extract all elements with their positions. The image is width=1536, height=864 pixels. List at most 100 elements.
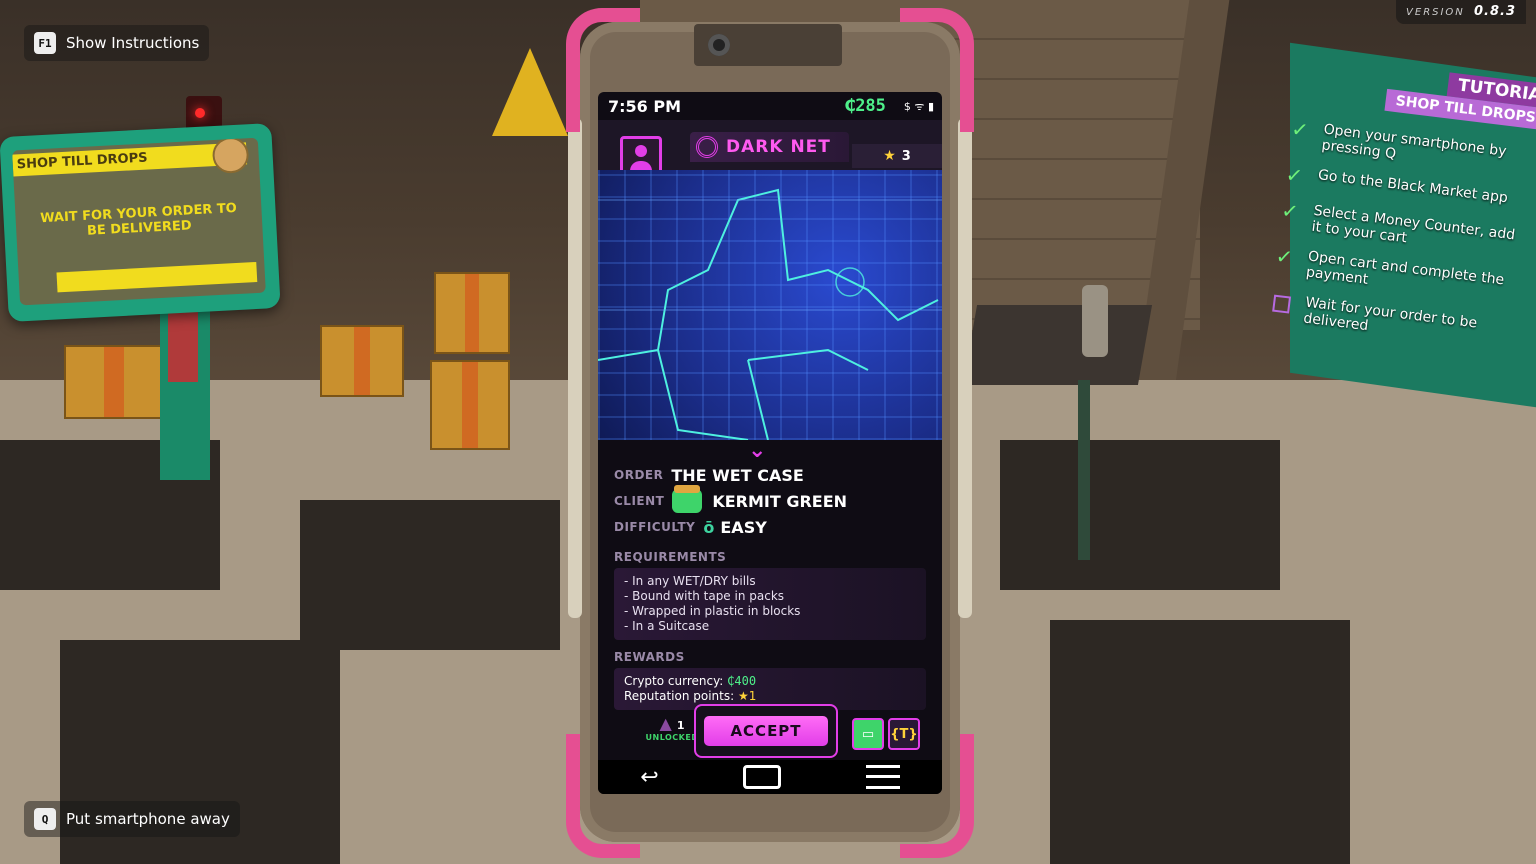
reward-rep-label: Reputation points:	[624, 689, 735, 703]
home-icon[interactable]	[743, 765, 782, 789]
difficulty-row: DIFFICULTY ō EASY	[614, 514, 926, 540]
smartphone: 7:56 PM ₵285 $ ᯤ ▮ DARK NET ★ 3 ⌄ ORDER …	[566, 8, 974, 858]
floor-tile	[1000, 440, 1280, 590]
order-label: ORDER	[614, 468, 664, 482]
reputation-badge: ★ 3	[852, 144, 942, 168]
requirement-item: - In a Suitcase	[624, 619, 710, 633]
requirement-item: - Bound with tape in packs	[624, 589, 785, 603]
client-value: KERMIT GREEN	[712, 491, 848, 511]
cardboard-box	[64, 345, 164, 419]
tutorial-step-text: Open cart and complete the payment	[1305, 248, 1506, 289]
floor-tile	[300, 500, 560, 650]
tutorial-step-text: Go to the Black Market app	[1317, 167, 1509, 207]
crypto-balance: ₵285	[844, 96, 886, 116]
chevron-down-icon[interactable]: ⌄	[748, 438, 766, 463]
reward-rep-value: ★1	[738, 689, 757, 703]
unlocked-indicator: ▲ 1 UNLOCKED	[642, 714, 702, 742]
phone-screen: 7:56 PM ₵285 $ ᯤ ▮ DARK NET ★ 3 ⌄ ORDER …	[598, 92, 942, 794]
chat-button[interactable]: ▭	[852, 718, 884, 750]
map-districts	[598, 188, 942, 440]
reputation-value: 3	[901, 148, 911, 164]
action-row: ▲ 1 UNLOCKED ACCEPT ▭ {T}	[598, 704, 942, 758]
hat-icon: ▲	[659, 714, 672, 733]
requirements-title: REQUIREMENTS	[614, 550, 727, 564]
unlocked-label: UNLOCKED	[645, 733, 699, 742]
reward-reputation: Reputation points: ★1	[624, 689, 916, 704]
put-away-button[interactable]: Q Put smartphone away	[24, 801, 240, 837]
table-leg	[1078, 380, 1090, 560]
difficulty-label: DIFFICULTY	[614, 520, 696, 534]
f1-key-icon: F1	[34, 32, 56, 54]
check-icon: ✓	[1290, 116, 1310, 143]
contract-details: ORDER THE WET CASE CLIENT KERMIT GREEN D…	[614, 462, 926, 710]
version-value: 0.8.3	[1473, 4, 1516, 19]
table-top	[962, 305, 1153, 385]
order-status-sign: SHOP TILL DROPS WAIT FOR YOUR ORDER TO B…	[0, 123, 281, 322]
requirements-list: - In any WET/DRY bills - Bound with tape …	[614, 568, 926, 640]
order-value: THE WET CASE	[671, 465, 804, 485]
sign-post-stripe	[168, 312, 198, 382]
rewards-title: REWARDS	[614, 650, 685, 664]
menu-icon[interactable]	[865, 765, 900, 789]
side-rail-left	[568, 118, 582, 618]
back-icon[interactable]: ↩	[640, 765, 658, 790]
q-key-icon: Q	[34, 808, 56, 830]
darknet-header: DARK NET ★ 3	[598, 120, 942, 178]
requirement-item: - In any WET/DRY bills	[624, 574, 756, 588]
version-label: VERSION	[1406, 7, 1465, 18]
reward-crypto: Crypto currency: ₵400	[624, 674, 916, 689]
cardboard-box	[434, 272, 510, 354]
chat-icon: ▭	[861, 726, 875, 742]
difficulty-icon: ō	[703, 517, 715, 537]
darknet-logo-icon	[696, 136, 718, 158]
status-bar: 7:56 PM ₵285 $ ᯤ ▮	[598, 92, 942, 120]
cardboard-box	[430, 360, 510, 450]
warning-sign	[492, 48, 568, 136]
sign-header: SHOP TILL DROPS	[12, 142, 248, 177]
unlocked-count: 1	[676, 719, 685, 732]
client-label: CLIENT	[614, 494, 665, 508]
show-instructions-button[interactable]: F1 Show Instructions	[24, 25, 210, 61]
sign-screen: SHOP TILL DROPS WAIT FOR YOUR ORDER TO B…	[12, 137, 266, 306]
status-icons: $ ᯤ ▮	[903, 99, 934, 113]
requirement-item: - Wrapped in plastic in blocks	[624, 604, 801, 618]
app-brand: DARK NET	[690, 132, 849, 162]
camera-bar	[694, 24, 842, 66]
tutorial-step-text: Select a Money Counter, add it to your c…	[1310, 202, 1516, 247]
version-badge: VERSION 0.8.3	[1396, 0, 1526, 24]
floor-tile	[1050, 620, 1350, 864]
side-rail-right	[958, 118, 972, 618]
accept-button[interactable]: ACCEPT	[704, 716, 828, 746]
order-row: ORDER THE WET CASE	[614, 462, 926, 488]
reward-crypto-value: ₵400	[727, 674, 757, 688]
profile-icon	[635, 145, 647, 157]
unlocked-top: ▲ 1	[642, 714, 702, 733]
reward-crypto-label: Crypto currency:	[624, 674, 724, 688]
tutorial-step-text: Open your smartphone by pressing Q	[1320, 121, 1508, 163]
translate-button[interactable]: {T}	[888, 718, 920, 750]
reputation-star-icon: ★	[883, 148, 896, 164]
accept-frame: ACCEPT	[694, 704, 838, 758]
coin-icon	[211, 137, 250, 175]
nav-bar: ↩	[598, 760, 942, 794]
sign-message: WAIT FOR YOUR ORDER TO BE DELIVERED	[39, 200, 238, 239]
show-instructions-label: Show Instructions	[66, 34, 200, 52]
checkbox-icon	[1272, 294, 1292, 314]
tutorial-steps: ✓ Open your smartphone by pressing Q ✓ Go t…	[1266, 116, 1527, 365]
translate-icon: {T}	[890, 726, 918, 742]
can	[1082, 285, 1108, 357]
check-icon: ✓	[1284, 162, 1305, 189]
clock: 7:56 PM	[608, 96, 682, 116]
check-icon: ✓	[1274, 243, 1295, 270]
tutorial-step-text: Wait for your order to be delivered	[1302, 294, 1478, 335]
check-icon: ✓	[1280, 197, 1300, 224]
city-map[interactable]	[598, 170, 942, 440]
cardboard-box	[320, 325, 404, 397]
client-row: CLIENT KERMIT GREEN	[614, 485, 926, 514]
camera-icon	[708, 34, 730, 56]
app-title: DARK NET	[726, 137, 831, 157]
tutorial-panel: TUTORIAL SHOP TILL DROPS ✓ Open your smar…	[1262, 60, 1536, 396]
sign-progress-bar	[56, 261, 258, 293]
put-away-label: Put smartphone away	[66, 810, 230, 828]
client-avatar-icon	[672, 485, 703, 513]
